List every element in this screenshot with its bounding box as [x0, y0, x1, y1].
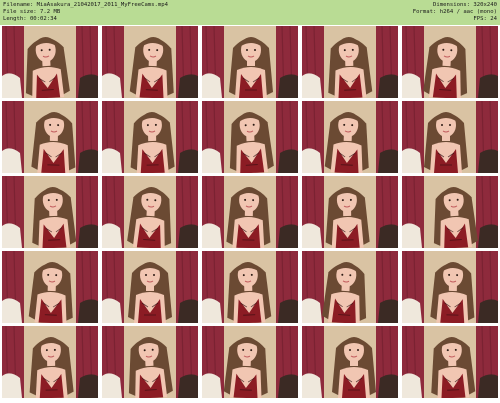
video-thumbnail	[102, 176, 198, 248]
frame-image	[402, 326, 498, 398]
frame-image	[2, 101, 98, 173]
frame-image	[2, 176, 98, 248]
info-header: Filename: MiaAsakura_21042017_2011_MyFre…	[0, 0, 500, 25]
format-text: Format: h264 / aac (mono)	[412, 9, 497, 15]
frame-image	[302, 26, 398, 98]
video-thumbnail	[302, 101, 398, 173]
frame-image	[202, 26, 298, 98]
fps-text: FPS: 24	[473, 16, 497, 22]
video-thumbnail	[402, 251, 498, 323]
video-thumbnail	[202, 26, 298, 98]
frame-image	[402, 176, 498, 248]
filesize-text: File size: 7.2 MB	[3, 9, 61, 15]
video-thumbnail	[402, 101, 498, 173]
video-thumbnail	[2, 26, 98, 98]
video-thumbnail	[302, 26, 398, 98]
video-thumbnail	[402, 26, 498, 98]
frame-image	[302, 101, 398, 173]
header-right-column: Dimensions: 320x240 Format: h264 / aac (…	[413, 2, 497, 23]
video-thumbnail	[402, 326, 498, 398]
video-thumbnail	[102, 326, 198, 398]
video-thumbnail	[302, 251, 398, 323]
frame-image	[302, 176, 398, 248]
video-thumbnail	[202, 101, 298, 173]
contact-sheet: Filename: MiaAsakura_21042017_2011_MyFre…	[0, 0, 500, 403]
frame-image	[2, 26, 98, 98]
video-thumbnail	[302, 326, 398, 398]
video-thumbnail	[202, 326, 298, 398]
video-thumbnail	[2, 101, 98, 173]
video-thumbnail	[302, 176, 398, 248]
frame-image	[202, 251, 298, 323]
frame-image	[402, 251, 498, 323]
video-thumbnail	[202, 251, 298, 323]
video-thumbnail	[402, 176, 498, 248]
frame-image	[402, 101, 498, 173]
frame-image	[102, 176, 198, 248]
filename-text: Filename: MiaAsakura_21042017_2011_MyFre…	[3, 2, 169, 8]
frame-image	[2, 251, 98, 323]
video-thumbnail	[202, 176, 298, 248]
video-thumbnail	[102, 101, 198, 173]
frame-image	[102, 326, 198, 398]
dimensions-text: Dimensions: 320x240	[433, 2, 497, 8]
video-thumbnail	[102, 251, 198, 323]
frame-image	[402, 26, 498, 98]
length-text: Length: 00:02:34	[3, 16, 57, 22]
frame-image	[202, 176, 298, 248]
frame-image	[302, 326, 398, 398]
video-thumbnail	[2, 326, 98, 398]
frame-image	[202, 101, 298, 173]
header-left-column: Filename: MiaAsakura_21042017_2011_MyFre…	[3, 2, 168, 23]
thumbnail-grid	[2, 26, 498, 401]
video-thumbnail	[2, 251, 98, 323]
frame-image	[2, 326, 98, 398]
video-thumbnail	[2, 176, 98, 248]
frame-image	[102, 26, 198, 98]
video-thumbnail	[102, 26, 198, 98]
frame-image	[102, 101, 198, 173]
frame-image	[102, 251, 198, 323]
frame-image	[202, 326, 298, 398]
frame-image	[302, 251, 398, 323]
